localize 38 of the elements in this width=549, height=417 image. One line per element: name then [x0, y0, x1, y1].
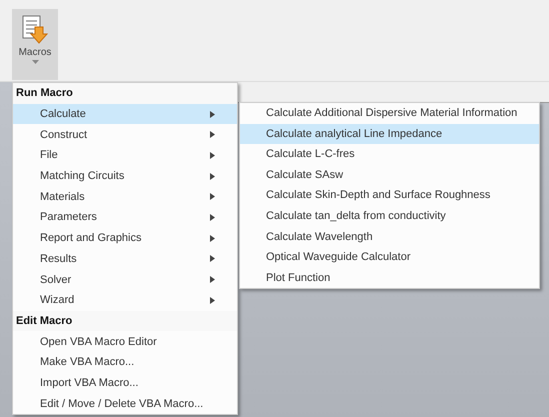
menu-item[interactable]: Calculate Additional Dispersive Material Information: [240, 103, 539, 124]
menu-item[interactable]: Calculate analytical Line Impedance: [240, 124, 539, 144]
menu-item[interactable]: Solver: [13, 269, 237, 290]
menu-item[interactable]: Results: [13, 248, 237, 270]
menu-item[interactable]: Calculate Skin-Depth and Surface Roughness: [240, 185, 539, 206]
menu-item[interactable]: Calculate L-C-fres: [240, 144, 539, 165]
submenu-arrow-icon: [210, 234, 215, 242]
menu-header: Run Macro: [13, 83, 237, 104]
menu-item[interactable]: Edit / Move / Delete VBA Macro...: [13, 393, 237, 414]
submenu-arrow-icon: [210, 152, 215, 159]
menu-item[interactable]: Plot Function: [240, 268, 539, 288]
macros-button[interactable]: Macros: [12, 9, 58, 80]
submenu-arrow-icon: [210, 276, 215, 284]
submenu-arrow-icon: [210, 131, 215, 138]
submenu-arrow-icon: [210, 214, 215, 221]
menu-item[interactable]: Parameters: [13, 207, 237, 228]
menu-header: Edit Macro: [13, 310, 237, 332]
submenu-arrow-icon: [210, 255, 215, 262]
submenu-arrow-icon: [210, 172, 215, 180]
menu-item[interactable]: Calculate tan_delta from conductivity: [240, 206, 539, 227]
document-arrow-icon: [22, 15, 48, 45]
menu-item[interactable]: Optical Waveguide Calculator: [240, 247, 539, 268]
menu-item[interactable]: Wizard: [13, 290, 237, 311]
menu-item[interactable]: Calculate: [13, 104, 237, 124]
submenu-arrow-icon: [210, 193, 215, 200]
menu-item[interactable]: Report and Graphics: [13, 228, 237, 248]
menu-item[interactable]: Construct: [13, 124, 237, 146]
submenu-arrow-icon: [210, 110, 215, 118]
caret-icon: [32, 60, 38, 64]
submenu-arrow-icon: [210, 296, 215, 304]
menu-item[interactable]: Calculate Wavelength: [240, 226, 539, 248]
menu-item[interactable]: File: [13, 145, 237, 166]
menu-item[interactable]: Materials: [13, 186, 237, 208]
menu-item[interactable]: Import VBA Macro...: [13, 372, 237, 394]
menu-item[interactable]: Matching Circuits: [13, 166, 237, 186]
menu-item[interactable]: Make VBA Macro...: [13, 352, 237, 373]
menu-item[interactable]: Open VBA Macro Editor: [13, 331, 237, 352]
menu-item[interactable]: Calculate SAsw: [240, 164, 539, 186]
